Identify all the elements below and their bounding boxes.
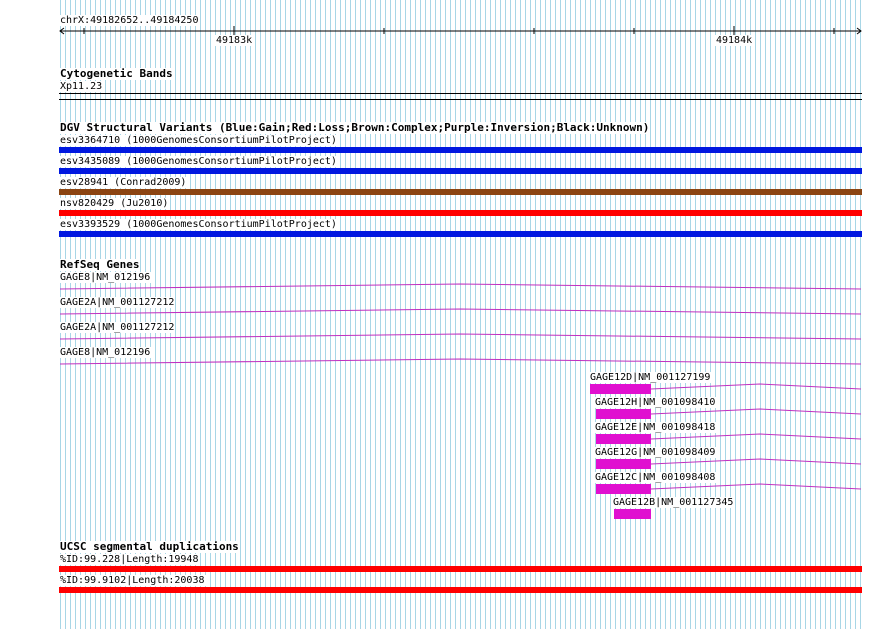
gene-exon[interactable] bbox=[596, 484, 651, 494]
gene-exon[interactable] bbox=[590, 384, 651, 394]
gene-transcript-line bbox=[59, 358, 862, 365]
gene-transcript-line bbox=[650, 383, 862, 390]
gene-label: GAGE2A|NM_001127212 bbox=[59, 322, 176, 333]
gene-label: GAGE12E|NM_001098418 bbox=[594, 422, 717, 433]
gene-transcript-line bbox=[650, 483, 862, 490]
gene-label: GAGE12G|NM_001098409 bbox=[594, 447, 717, 458]
gene-label: GAGE2A|NM_001127212 bbox=[59, 297, 176, 308]
segdup-track-title[interactable]: UCSC segmental duplications bbox=[59, 541, 240, 553]
gene-transcript-line bbox=[650, 458, 862, 465]
gene-transcript-line bbox=[650, 433, 862, 440]
gene-transcript-line bbox=[59, 333, 862, 340]
gene-transcript-line bbox=[650, 408, 862, 415]
gene-label: GAGE12H|NM_001098410 bbox=[594, 397, 717, 408]
gene-exon[interactable] bbox=[596, 434, 651, 444]
gene-label: GAGE12D|NM_001127199 bbox=[589, 372, 712, 383]
segdup-label: %ID:99.9102|Length:20038 bbox=[59, 575, 206, 586]
gene-label: GAGE12C|NM_001098408 bbox=[594, 472, 717, 483]
gene-exon[interactable] bbox=[614, 509, 651, 519]
gene-label: GAGE12B|NM_001127345 bbox=[612, 497, 735, 508]
segdup-bar[interactable] bbox=[59, 566, 862, 572]
gene-label: GAGE8|NM_012196 bbox=[59, 347, 152, 358]
gene-transcript-line bbox=[59, 308, 862, 315]
gene-exon[interactable] bbox=[596, 409, 651, 419]
gene-transcript-line bbox=[59, 283, 862, 290]
segdup-bar[interactable] bbox=[59, 587, 862, 593]
gene-transcripts bbox=[59, 283, 862, 490]
segdup-label: %ID:99.228|Length:19948 bbox=[59, 554, 200, 565]
gene-exon[interactable] bbox=[596, 459, 651, 469]
